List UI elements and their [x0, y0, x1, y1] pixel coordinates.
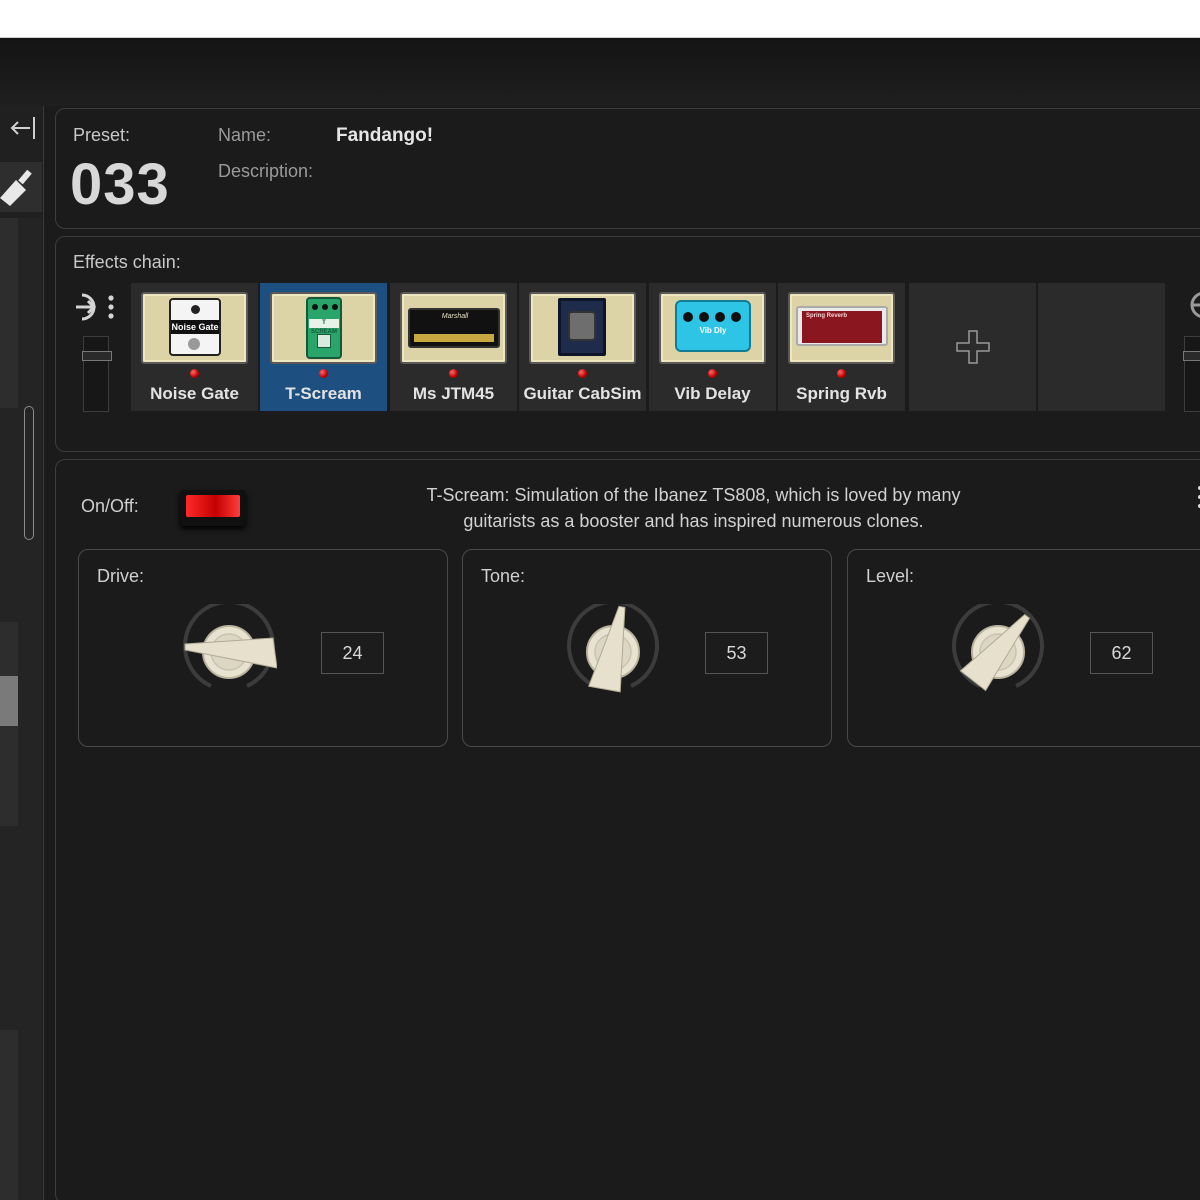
- level-knob[interactable]: [950, 604, 1046, 700]
- tone-value[interactable]: 53: [705, 632, 768, 674]
- plus-icon: [956, 330, 990, 364]
- chain-slot-noise-gate[interactable]: Noise Gate Noise Gate: [131, 283, 258, 411]
- add-effect-button[interactable]: [909, 283, 1036, 411]
- preset-label: Preset:: [73, 125, 131, 145]
- slot-name: T-Scream: [285, 384, 362, 403]
- slot-status-led: [578, 369, 587, 378]
- spring-rvb-art-text: Spring Reverb: [806, 313, 848, 319]
- slot-status-led: [190, 369, 199, 378]
- slot-status-led: [319, 369, 328, 378]
- app-window: Preset: 033 Name: Fandango! Description:…: [0, 38, 1200, 1200]
- list-item[interactable]: [0, 218, 18, 408]
- t-scream-pedal-image: T SCREAM: [270, 292, 377, 364]
- guitar-cabsim-image: [529, 292, 636, 364]
- effect-parameters-panel: On/Off: T-Scream: Simulation of the Iban…: [55, 459, 1200, 1200]
- list-item[interactable]: [0, 726, 18, 826]
- drive-label: Drive:: [97, 566, 145, 586]
- slot-name: Spring Rvb: [796, 384, 887, 403]
- tone-control: Tone: 53: [462, 549, 832, 747]
- more-options-icon[interactable]: [1196, 486, 1200, 512]
- noise-gate-art-text: Noise Gate: [171, 320, 219, 334]
- chain-slot-spring-rvb[interactable]: Spring Reverb Spring Rvb: [778, 283, 905, 411]
- ms-jtm45-amp-image: Marshall: [400, 292, 507, 364]
- slot-name: Ms JTM45: [412, 384, 495, 403]
- spring-rvb-unit-image: Spring Reverb: [788, 292, 895, 364]
- list-item[interactable]: [0, 1030, 18, 1200]
- tone-label: Tone:: [481, 566, 526, 586]
- slot-name: Vib Delay: [674, 384, 751, 403]
- preset-name[interactable]: Fandango!: [336, 125, 433, 147]
- drive-knob[interactable]: [181, 604, 277, 700]
- preset-panel: Preset: 033 Name: Fandango! Description:: [55, 108, 1200, 229]
- chain-slot-ms-jtm45[interactable]: Marshall Ms JTM45: [390, 283, 517, 411]
- fader-handle[interactable]: [82, 351, 112, 361]
- tone-knob[interactable]: [565, 604, 661, 700]
- empty-chain-slot[interactable]: [1038, 283, 1165, 411]
- name-label: Name:: [218, 125, 272, 145]
- brush-icon[interactable]: [0, 162, 42, 212]
- window-top-bar: [0, 0, 1200, 38]
- vib-delay-pedal-image: Vib Dly: [659, 292, 766, 364]
- chain-slot-guitar-cabsim[interactable]: Guitar CabSim: [519, 283, 646, 411]
- t-scream-art-text: T SCREAM: [309, 319, 339, 335]
- onoff-toggle[interactable]: [180, 490, 246, 526]
- preset-list[interactable]: [0, 218, 42, 1200]
- slot-name: Noise Gate: [150, 384, 239, 403]
- description-label: Description:: [218, 161, 314, 181]
- slot-status-led: [708, 369, 717, 378]
- drive-value[interactable]: 24: [321, 632, 384, 674]
- collapse-left-icon[interactable]: [6, 114, 40, 144]
- drive-control: Drive: 24: [78, 549, 448, 747]
- title-bar: [0, 38, 1200, 106]
- input-icon[interactable]: [74, 289, 114, 325]
- list-item-selected[interactable]: [0, 676, 18, 726]
- slot-name: Guitar CabSim: [523, 384, 642, 403]
- level-value[interactable]: 62: [1090, 632, 1153, 674]
- list-item[interactable]: [0, 622, 18, 676]
- vib-delay-art-text: Vib Dly: [699, 326, 727, 335]
- output-level-fader[interactable]: [1183, 336, 1200, 412]
- scrollbar-thumb[interactable]: [24, 406, 34, 540]
- level-control: Level: 62: [847, 549, 1200, 747]
- level-label: Level:: [866, 566, 915, 586]
- slot-status-led: [837, 369, 846, 378]
- effects-chain-panel: Effects chain: Noise Gate Noise Gate T S…: [55, 236, 1200, 452]
- effects-chain-label: Effects chain:: [73, 252, 181, 272]
- preset-number: 033: [70, 152, 170, 217]
- chain-slot-t-scream[interactable]: T SCREAM T-Scream: [260, 283, 387, 411]
- slot-status-led: [449, 369, 458, 378]
- left-sidebar: [0, 106, 44, 1200]
- noise-gate-pedal-image: Noise Gate: [141, 292, 248, 364]
- effect-description: T-Scream: Simulation of the Ibanez TS808…: [386, 482, 1001, 534]
- description-line-1: T-Scream: Simulation of the Ibanez TS808…: [426, 485, 961, 505]
- ms-jtm45-art-text: Marshall: [441, 313, 469, 320]
- chain-slot-vib-delay[interactable]: Vib Dly Vib Delay: [649, 283, 776, 411]
- description-line-2: guitarists as a booster and has inspired…: [463, 511, 924, 531]
- output-icon[interactable]: [1184, 289, 1200, 321]
- input-level-fader[interactable]: [82, 336, 112, 412]
- onoff-label: On/Off:: [81, 496, 139, 516]
- fader-handle[interactable]: [1183, 351, 1200, 361]
